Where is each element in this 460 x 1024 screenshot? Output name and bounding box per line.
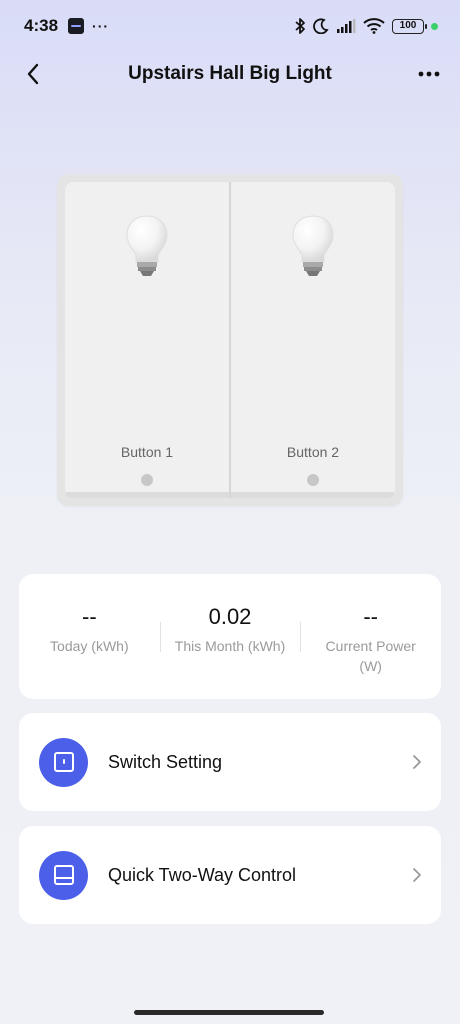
chevron-right-icon: [413, 868, 421, 882]
stat-today-value: --: [82, 604, 97, 629]
wifi-icon: [363, 18, 385, 34]
energy-stats-card: -- Today (kWh) 0.02 This Month (kWh) -- …: [19, 574, 441, 699]
page-title: Upstairs Hall Big Light: [128, 63, 332, 84]
button-2-label: Button 2: [286, 444, 340, 460]
button-2-indicator: [307, 474, 319, 486]
bluetooth-icon: [294, 17, 306, 35]
lightbulb-icon: [126, 215, 168, 276]
stat-power: -- Current Power (W): [300, 604, 441, 676]
signal-icon: [336, 19, 356, 33]
stat-month: 0.02 This Month (kWh): [159, 604, 301, 656]
chevron-right-icon: [413, 755, 421, 769]
switch-faceplate: Button 1 Button 2: [65, 182, 395, 498]
status-icons: 100: [294, 16, 438, 36]
back-arrow-icon[interactable]: [20, 60, 46, 88]
app-badge-icon: [68, 18, 85, 34]
battery-icon: 100: [392, 18, 427, 34]
button-1-label: Button 1: [120, 444, 174, 460]
wall-switch-panel: Button 1 Button 2: [57, 174, 403, 506]
quick-two-way-label: Quick Two-Way Control: [108, 864, 297, 885]
panel-icon: [39, 850, 88, 900]
header: Upstairs Hall Big Light: [0, 52, 460, 96]
stat-month-label: This Month (kWh): [174, 638, 286, 654]
home-indicator[interactable]: [134, 1010, 324, 1015]
privacy-indicator-dot: [431, 22, 438, 30]
stat-today: -- Today (kWh): [19, 604, 160, 656]
switch-setting-label: Switch Setting: [108, 751, 223, 772]
button-1-indicator: [141, 474, 153, 486]
stat-today-label: Today (kWh): [50, 638, 129, 654]
moon-icon: [313, 18, 329, 34]
switch-setting-row[interactable]: Switch Setting: [19, 713, 441, 811]
lightbulb-icon: [292, 215, 334, 276]
stat-month-value: 0.02: [208, 604, 252, 629]
switch-button-1[interactable]: Button 1: [65, 182, 229, 498]
stat-power-value: --: [363, 604, 378, 629]
switch-button-2[interactable]: Button 2: [231, 182, 395, 498]
status-time: 4:38: [24, 16, 59, 35]
stat-power-label: Current Power (W): [325, 638, 416, 674]
status-overflow: ···: [92, 18, 110, 34]
more-dots-icon[interactable]: [416, 60, 442, 88]
switch-icon: [39, 737, 88, 787]
quick-two-way-control-row[interactable]: Quick Two-Way Control: [19, 826, 441, 924]
status-bar: 4:38 ··· 100: [0, 0, 460, 52]
